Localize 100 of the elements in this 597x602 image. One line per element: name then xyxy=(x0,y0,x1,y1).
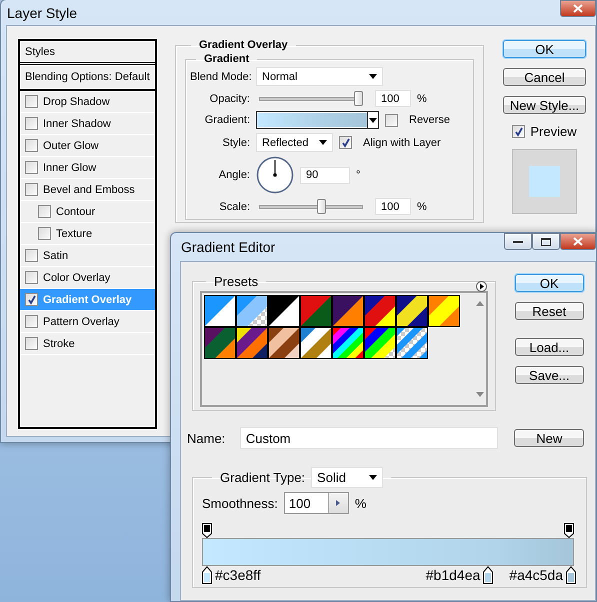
button[interactable]: OK xyxy=(514,274,584,292)
angle-dial[interactable] xyxy=(256,156,294,194)
checkbox-label: Align with Layer xyxy=(363,136,441,148)
slider[interactable] xyxy=(259,91,363,106)
gradient-swatch[interactable] xyxy=(204,327,236,359)
caret-icon xyxy=(369,74,377,79)
style-list-item[interactable]: Drop Shadow xyxy=(20,91,155,113)
gradient-swatch[interactable] xyxy=(300,295,332,327)
style-list-item[interactable]: Satin xyxy=(20,245,155,267)
checkbox[interactable] xyxy=(339,136,352,149)
gradient-swatch[interactable] xyxy=(332,327,364,359)
gradient-swatch[interactable] xyxy=(364,327,396,359)
color-stop-icon[interactable] xyxy=(483,566,494,584)
slider-thumb[interactable] xyxy=(354,91,363,106)
checkbox[interactable] xyxy=(25,95,38,108)
slider[interactable] xyxy=(259,199,363,214)
style-list-item[interactable]: Blending Options: Default xyxy=(20,65,155,91)
color-code: #b1d4ea xyxy=(426,567,480,583)
gradient-swatch[interactable] xyxy=(428,295,460,327)
button[interactable]: Reset xyxy=(514,302,584,320)
button[interactable]: Load... xyxy=(514,338,584,356)
gradient-swatch[interactable] xyxy=(396,295,428,327)
color-stop-icon[interactable] xyxy=(202,566,212,584)
window-title: Layer Style xyxy=(7,4,78,20)
close-button[interactable] xyxy=(560,233,596,250)
gradient-swatch[interactable] xyxy=(364,295,396,327)
gradient-picker[interactable] xyxy=(256,111,379,129)
unit-label: % xyxy=(417,200,427,212)
style-list-item[interactable]: Pattern Overlay xyxy=(20,311,155,333)
gradient-swatch[interactable] xyxy=(268,295,300,327)
dropdown[interactable]: Normal xyxy=(256,67,383,86)
field-label: Angle: xyxy=(218,169,250,181)
dropdown[interactable]: Reflected xyxy=(256,133,333,152)
style-list-item[interactable]: Bevel and Emboss xyxy=(20,179,155,201)
gradient-swatch[interactable] xyxy=(268,327,300,359)
field-label: Blend Mode: xyxy=(190,70,250,82)
field-label: Opacity: xyxy=(208,92,250,104)
text-field[interactable]: Custom xyxy=(240,427,498,449)
button[interactable]: OK xyxy=(503,40,586,58)
field-value: 100 xyxy=(288,494,312,512)
checkbox[interactable] xyxy=(25,117,38,130)
gradient-swatch[interactable] xyxy=(236,295,268,327)
window-title: Gradient Editor xyxy=(181,239,276,255)
number-field[interactable]: 100 xyxy=(284,492,349,514)
color-stop-icon[interactable] xyxy=(566,566,576,584)
style-list-item[interactable]: Contour xyxy=(20,201,155,223)
style-list-item[interactable]: Inner Shadow xyxy=(20,113,155,135)
checkbox[interactable] xyxy=(25,337,38,350)
unit-label: ° xyxy=(356,169,360,181)
button[interactable]: New Style... xyxy=(503,96,586,114)
section-title: Presets xyxy=(213,274,260,289)
scroll-down-icon xyxy=(476,392,484,397)
field-label: Scale: xyxy=(218,200,250,212)
style-list-item[interactable]: Styles xyxy=(20,41,155,65)
button[interactable]: New xyxy=(514,429,584,447)
style-list-item[interactable]: Outer Glow xyxy=(20,135,155,157)
field-label: Name: xyxy=(187,430,226,446)
checkbox[interactable] xyxy=(25,249,38,262)
caret-icon xyxy=(369,475,378,480)
dropdown[interactable]: Solid xyxy=(311,467,384,488)
text-field[interactable]: 90 xyxy=(300,166,350,184)
checkbox[interactable] xyxy=(38,227,51,240)
button[interactable]: Cancel xyxy=(503,68,586,86)
style-list-item[interactable]: Stroke xyxy=(20,333,155,355)
unit-label: % xyxy=(354,496,366,510)
field-label: Gradient: xyxy=(204,114,250,126)
close-button[interactable] xyxy=(560,0,596,17)
text-field[interactable]: 100 xyxy=(375,198,411,215)
checkbox[interactable] xyxy=(25,271,38,284)
gradient-swatch[interactable] xyxy=(332,295,364,327)
checkbox[interactable] xyxy=(25,183,38,196)
style-list-item[interactable]: Inner Glow xyxy=(20,157,155,179)
close-icon xyxy=(573,4,583,13)
maximize-icon xyxy=(541,238,551,246)
close-icon xyxy=(573,237,583,246)
gradient-swatch[interactable] xyxy=(204,295,236,327)
button[interactable]: Save... xyxy=(514,366,584,384)
gradient-swatch[interactable] xyxy=(396,327,428,359)
scroll-up-icon xyxy=(476,301,484,306)
checkbox[interactable] xyxy=(385,114,398,126)
maximize-button[interactable] xyxy=(532,233,560,250)
checkbox[interactable] xyxy=(25,293,38,306)
gradient-swatch[interactable] xyxy=(300,327,332,359)
stepper-button[interactable] xyxy=(328,493,348,513)
gradient-swatch[interactable] xyxy=(236,327,268,359)
checkbox[interactable] xyxy=(25,315,38,328)
checkbox[interactable] xyxy=(25,161,38,174)
caret-icon xyxy=(319,140,327,145)
section-title: Gradient xyxy=(203,53,250,65)
slider-thumb[interactable] xyxy=(317,199,326,214)
minimize-button[interactable] xyxy=(504,233,532,250)
checkbox[interactable] xyxy=(512,125,526,138)
section-title: Gradient Overlay xyxy=(198,39,289,51)
checkbox[interactable] xyxy=(25,139,38,152)
style-list-item[interactable]: Texture xyxy=(20,223,155,245)
text-field[interactable]: 100 xyxy=(375,90,411,107)
field-label: Gradient Type: xyxy=(220,470,306,485)
checkbox[interactable] xyxy=(38,205,51,218)
checkbox-label: Reverse xyxy=(409,114,450,126)
caret-icon xyxy=(369,118,377,122)
